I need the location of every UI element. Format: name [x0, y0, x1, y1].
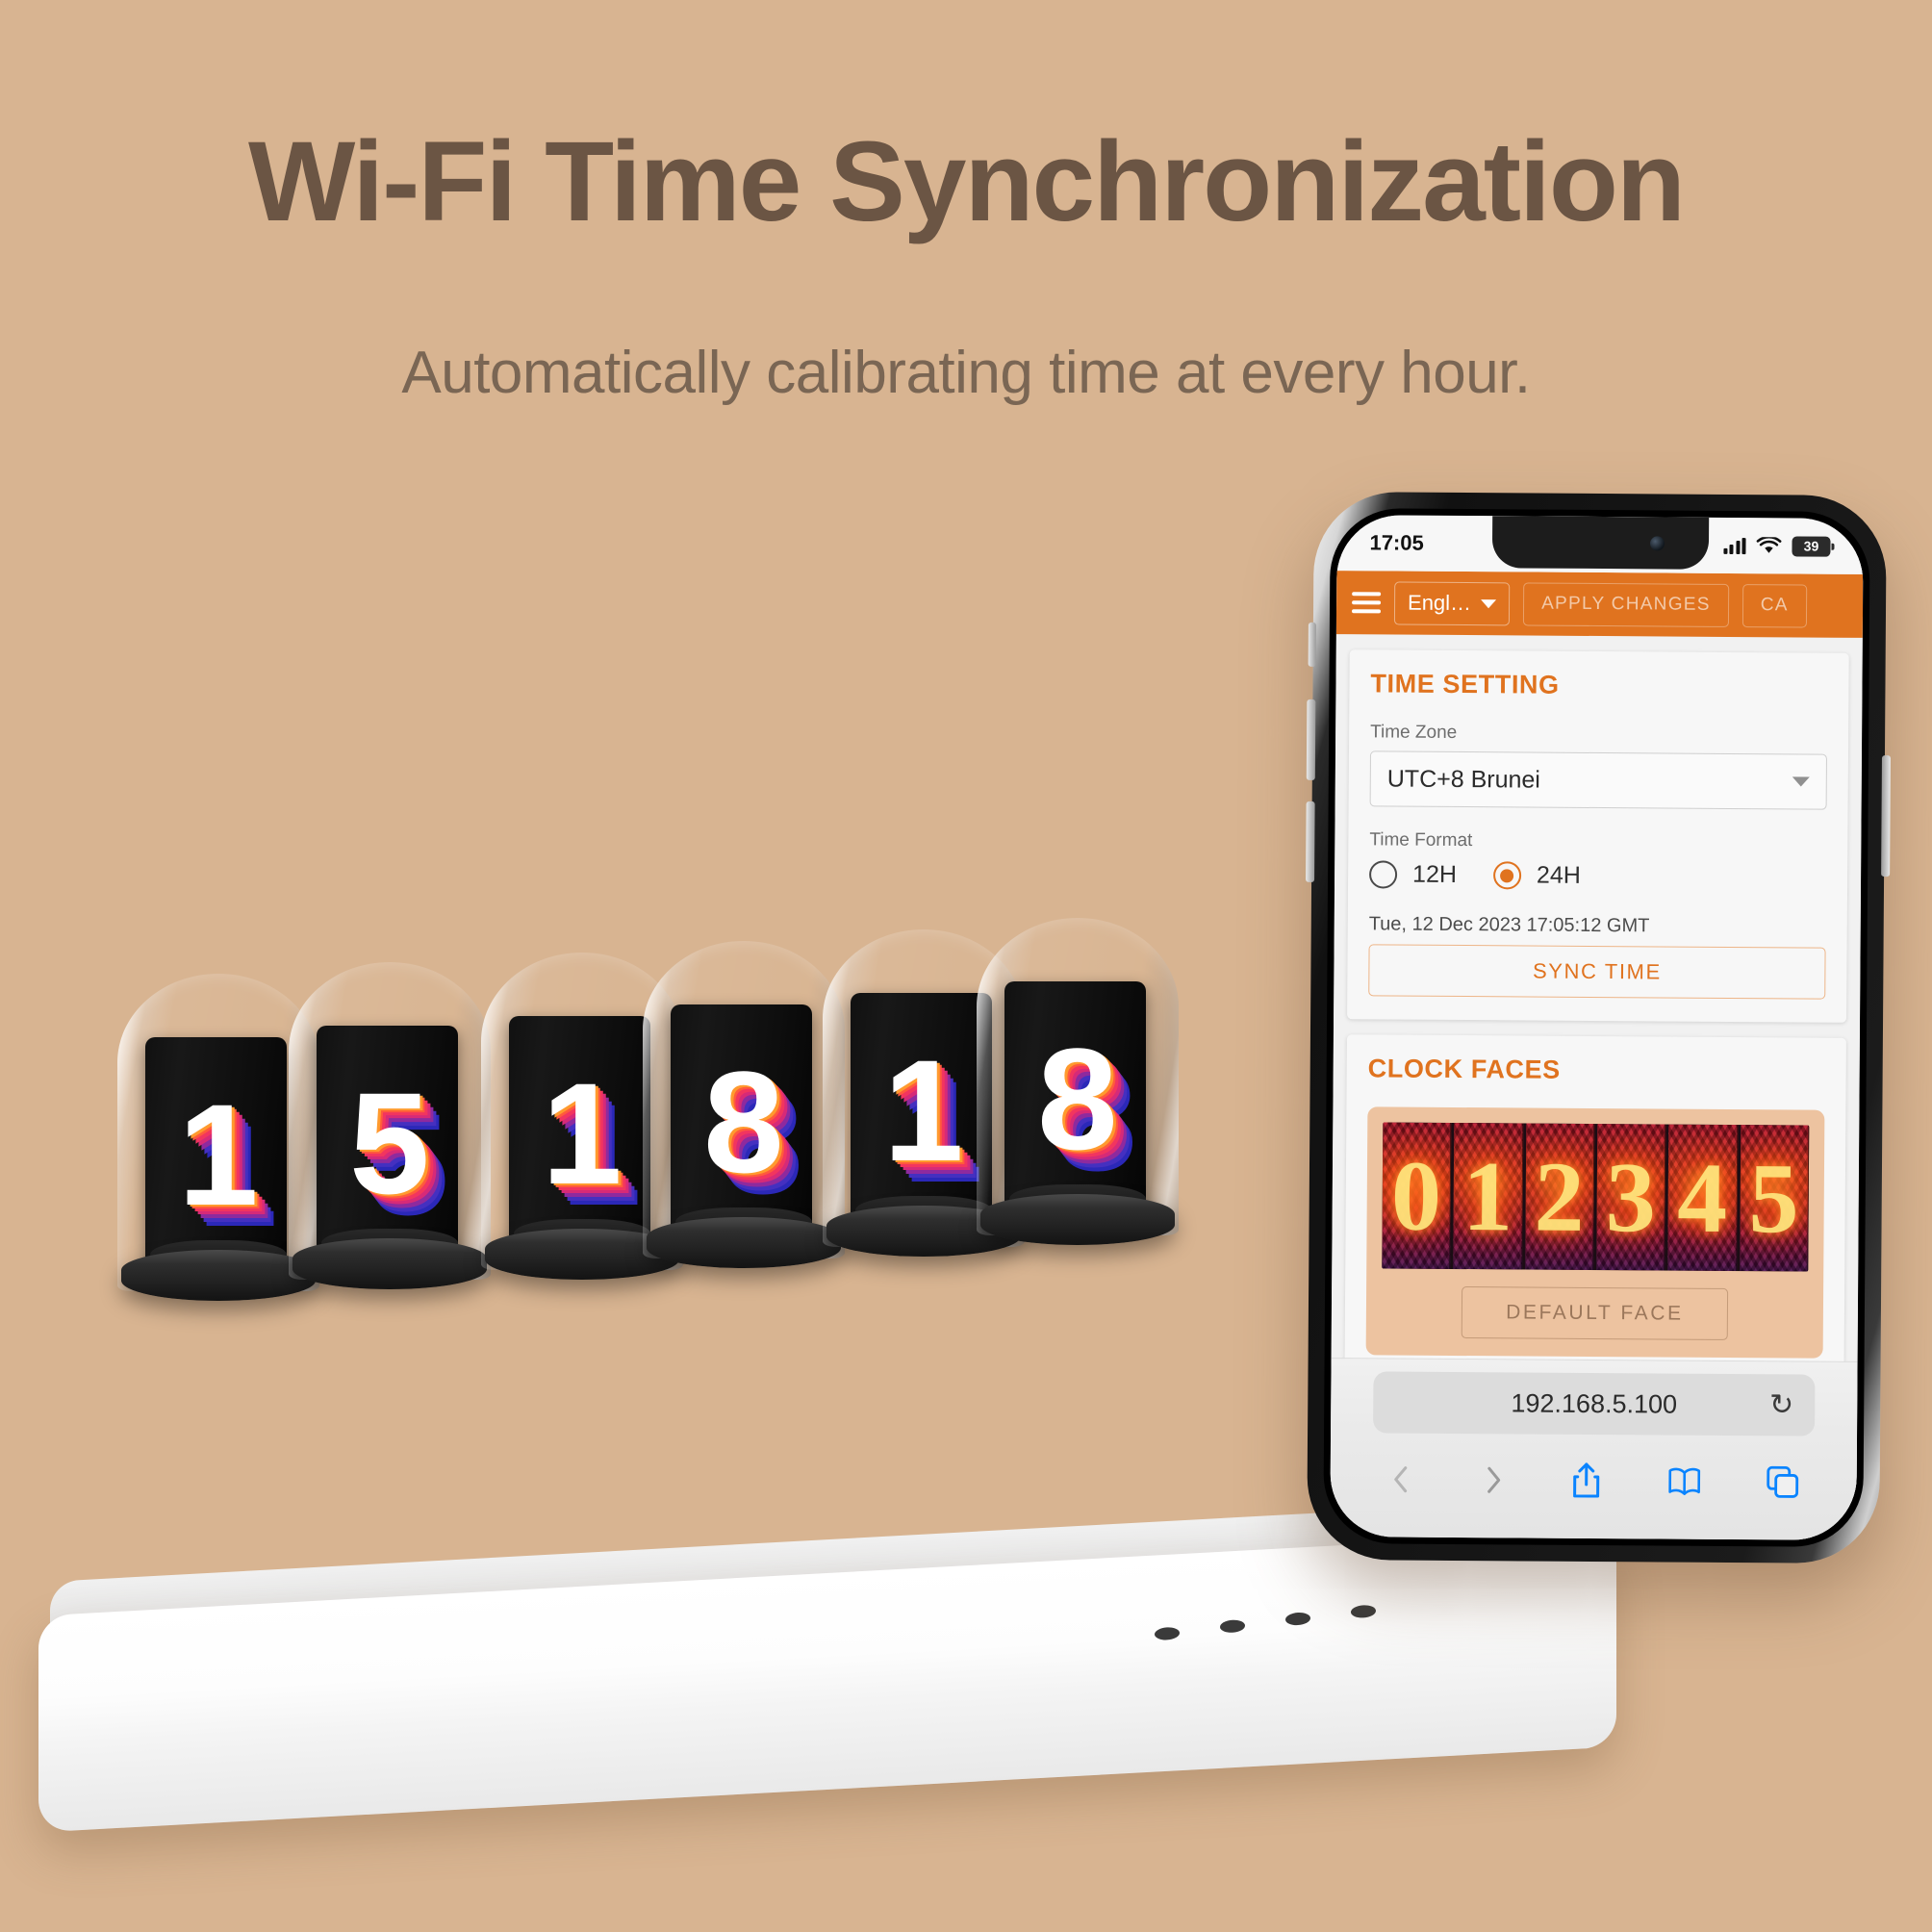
time-format-group: 12H 24H: [1369, 860, 1826, 891]
nixie-tube-4[interactable]: 8: [643, 941, 845, 1268]
cellular-signal-icon: [1722, 537, 1746, 554]
nixie-tube-6[interactable]: 8: [977, 918, 1179, 1245]
timezone-label: Time Zone: [1370, 722, 1458, 743]
radio-24h[interactable]: [1492, 861, 1522, 890]
language-value: Engl…: [1407, 590, 1472, 616]
radio-12h-label: 12H: [1412, 860, 1458, 888]
browser-tools: [1330, 1433, 1857, 1529]
face-digit-label: 3: [1605, 1141, 1657, 1253]
volume-down-button[interactable]: [1306, 801, 1315, 882]
status-time: 17:05: [1369, 530, 1424, 555]
book-icon[interactable]: [1665, 1466, 1702, 1497]
phone-screen: 17:05 39 Engl… APPLY CHANGES CA TIME SET…: [1330, 515, 1864, 1540]
tube-base-cap: [647, 1217, 841, 1268]
apply-changes-button[interactable]: APPLY CHANGES: [1522, 581, 1729, 627]
face-digit-label: 0: [1390, 1140, 1442, 1252]
tube-digit: 1: [178, 1074, 258, 1236]
address-bar[interactable]: 192.168.5.100 ↻: [1373, 1371, 1816, 1436]
face-digit-label: 1: [1462, 1140, 1513, 1252]
timezone-value: UTC+8 Brunei: [1386, 764, 1541, 794]
gmt-timestamp: Tue, 12 Dec 2023 17:05:12 GMT: [1368, 913, 1650, 937]
face-digit-label: 2: [1534, 1141, 1585, 1253]
tube-digit: 1: [542, 1053, 622, 1215]
share-icon[interactable]: [1570, 1462, 1603, 1500]
tube-digit: 8: [703, 1041, 783, 1204]
cancel-button[interactable]: CA: [1741, 583, 1807, 628]
power-button[interactable]: [1881, 755, 1891, 877]
clock-faces-card: CLOCK FACES 0 1 2 3 4 5 DEFAULT FACE: [1344, 1034, 1846, 1382]
tube-screen: 5: [317, 1026, 459, 1261]
nixie-tube-2[interactable]: 5: [289, 962, 491, 1289]
face-digit: 5: [1739, 1125, 1810, 1272]
front-camera-icon: [1649, 536, 1665, 551]
wifi-icon: [1756, 536, 1782, 553]
app-bar: Engl… APPLY CHANGES CA: [1335, 571, 1864, 638]
smartphone: 17:05 39 Engl… APPLY CHANGES CA TIME SET…: [1306, 491, 1891, 1564]
radio-24h-label: 24H: [1536, 861, 1581, 889]
tube-base-cap: [292, 1238, 487, 1289]
chevron-down-icon: [1481, 598, 1497, 608]
tube-base-cap: [980, 1194, 1175, 1245]
sync-time-button[interactable]: SYNC TIME: [1368, 944, 1826, 1000]
face-digit: 0: [1382, 1122, 1452, 1269]
reload-icon[interactable]: ↻: [1769, 1388, 1793, 1422]
battery-level: 39: [1803, 538, 1819, 554]
timezone-select[interactable]: UTC+8 Brunei: [1369, 750, 1827, 810]
chevron-right-icon[interactable]: [1479, 1463, 1508, 1496]
face-digit: 1: [1453, 1122, 1523, 1270]
tube-screen: 8: [671, 1004, 813, 1240]
tube-screen: 1: [509, 1016, 651, 1252]
tube-screen: 1: [851, 993, 993, 1229]
chevron-left-icon[interactable]: [1386, 1462, 1415, 1495]
page-title: Wi-Fi Time Synchronization: [248, 118, 1686, 245]
page-subtitle: Automatically calibrating time at every …: [401, 340, 1531, 406]
mute-switch[interactable]: [1308, 622, 1316, 667]
tube-digit: 8: [1037, 1018, 1117, 1181]
phone-bezel: 17:05 39 Engl… APPLY CHANGES CA TIME SET…: [1323, 508, 1870, 1547]
safari-toolbar: 192.168.5.100 ↻: [1330, 1358, 1858, 1540]
tube-base-cap: [121, 1250, 316, 1301]
volume-up-button[interactable]: [1306, 699, 1316, 780]
status-indicators: 39: [1722, 535, 1831, 557]
hamburger-menu-icon[interactable]: [1352, 592, 1382, 614]
time-setting-card: TIME SETTING Time Zone UTC+8 Brunei Time…: [1347, 649, 1849, 1023]
tube-screen: 1: [145, 1037, 288, 1273]
face-digit-label: 5: [1748, 1142, 1799, 1254]
poster-stage: Wi-Fi Time Synchronization Automatically…: [0, 0, 1932, 1932]
clock-faces-strip: 0 1 2 3 4 5: [1382, 1122, 1810, 1272]
chevron-down-icon: [1792, 776, 1810, 787]
time-setting-heading: TIME SETTING: [1370, 669, 1560, 699]
tube-digit: 5: [349, 1062, 429, 1225]
language-selector[interactable]: Engl…: [1393, 581, 1511, 625]
url-text: 192.168.5.100: [1511, 1387, 1678, 1419]
battery-icon: 39: [1792, 535, 1831, 557]
clock-faces-heading: CLOCK FACES: [1367, 1054, 1561, 1084]
phone-notch: [1491, 516, 1709, 570]
face-digit-label: 4: [1676, 1142, 1728, 1254]
tube-screen: 8: [1004, 981, 1147, 1217]
tube-digit: 1: [883, 1030, 963, 1192]
tabs-icon[interactable]: [1766, 1464, 1800, 1499]
radio-12h[interactable]: [1369, 860, 1398, 889]
default-face-button[interactable]: DEFAULT FACE: [1461, 1286, 1728, 1340]
clock-faces-preview[interactable]: 0 1 2 3 4 5 DEFAULT FACE: [1365, 1106, 1825, 1359]
face-digit: 4: [1667, 1124, 1738, 1272]
face-digit: 2: [1524, 1123, 1595, 1270]
face-digit: 3: [1596, 1124, 1666, 1271]
time-format-label: Time Format: [1369, 829, 1473, 852]
